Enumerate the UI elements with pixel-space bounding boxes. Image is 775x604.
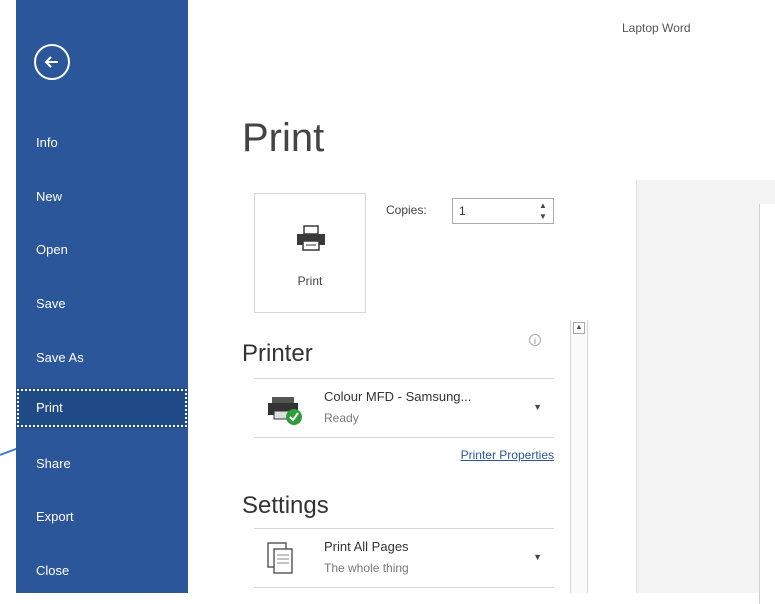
backstage-sidebar: Info New Open Save Save As Print Share E…: [16, 0, 188, 593]
back-arrow-icon: [44, 56, 58, 68]
printer-name: Colour MFD - Samsung...: [324, 389, 472, 404]
print-range-dropdown[interactable]: Print All Pages The whole thing ▼: [254, 528, 554, 588]
copies-label: Copies:: [386, 203, 427, 217]
print-range-description: The whole thing: [324, 561, 409, 575]
printer-properties-link[interactable]: Printer Properties: [188, 448, 554, 462]
nav-item-info[interactable]: Info: [16, 123, 188, 163]
preview-page: [759, 204, 775, 604]
back-button[interactable]: [34, 44, 70, 80]
print-preview-area: [636, 180, 775, 604]
page-title: Print: [242, 116, 325, 160]
print-button-label: Print: [297, 274, 323, 288]
nav-item-print[interactable]: Print: [16, 388, 188, 428]
nav-item-new[interactable]: New: [16, 177, 188, 217]
copies-stepper[interactable]: ▲ ▼: [452, 198, 554, 224]
nav-item-share[interactable]: Share: [16, 444, 188, 484]
nav-item-save[interactable]: Save: [16, 284, 188, 324]
nav-item-open[interactable]: Open: [16, 230, 188, 270]
print-range-option: Print All Pages: [324, 539, 409, 554]
nav-item-close[interactable]: Close: [16, 551, 188, 591]
print-button[interactable]: Print: [254, 193, 366, 313]
settings-heading: Settings: [242, 492, 329, 519]
copies-down-icon[interactable]: ▼: [537, 212, 549, 222]
pages-icon: [267, 542, 293, 574]
printer-dropdown[interactable]: Colour MFD - Samsung... Ready ▼: [254, 378, 554, 438]
chevron-down-icon: ▼: [533, 402, 542, 412]
nav-item-save-as[interactable]: Save As: [16, 338, 188, 378]
printer-heading: Printer: [242, 340, 313, 367]
print-pane: Laptop Word Print Print Copies: ▲ ▼ Prin…: [188, 0, 775, 604]
printer-icon: [297, 225, 325, 251]
network-printer-icon: [268, 397, 302, 425]
settings-scrollbar[interactable]: ▲: [570, 320, 588, 593]
nav-item-export[interactable]: Export: [16, 497, 188, 537]
window-title: Laptop Word: [622, 21, 691, 35]
info-icon[interactable]: i: [529, 334, 541, 346]
printer-status: Ready: [324, 411, 359, 425]
scroll-up-icon[interactable]: ▲: [573, 322, 585, 334]
copies-up-icon[interactable]: ▲: [537, 201, 549, 211]
chevron-down-icon: ▼: [533, 552, 542, 562]
copies-input[interactable]: [459, 202, 519, 220]
